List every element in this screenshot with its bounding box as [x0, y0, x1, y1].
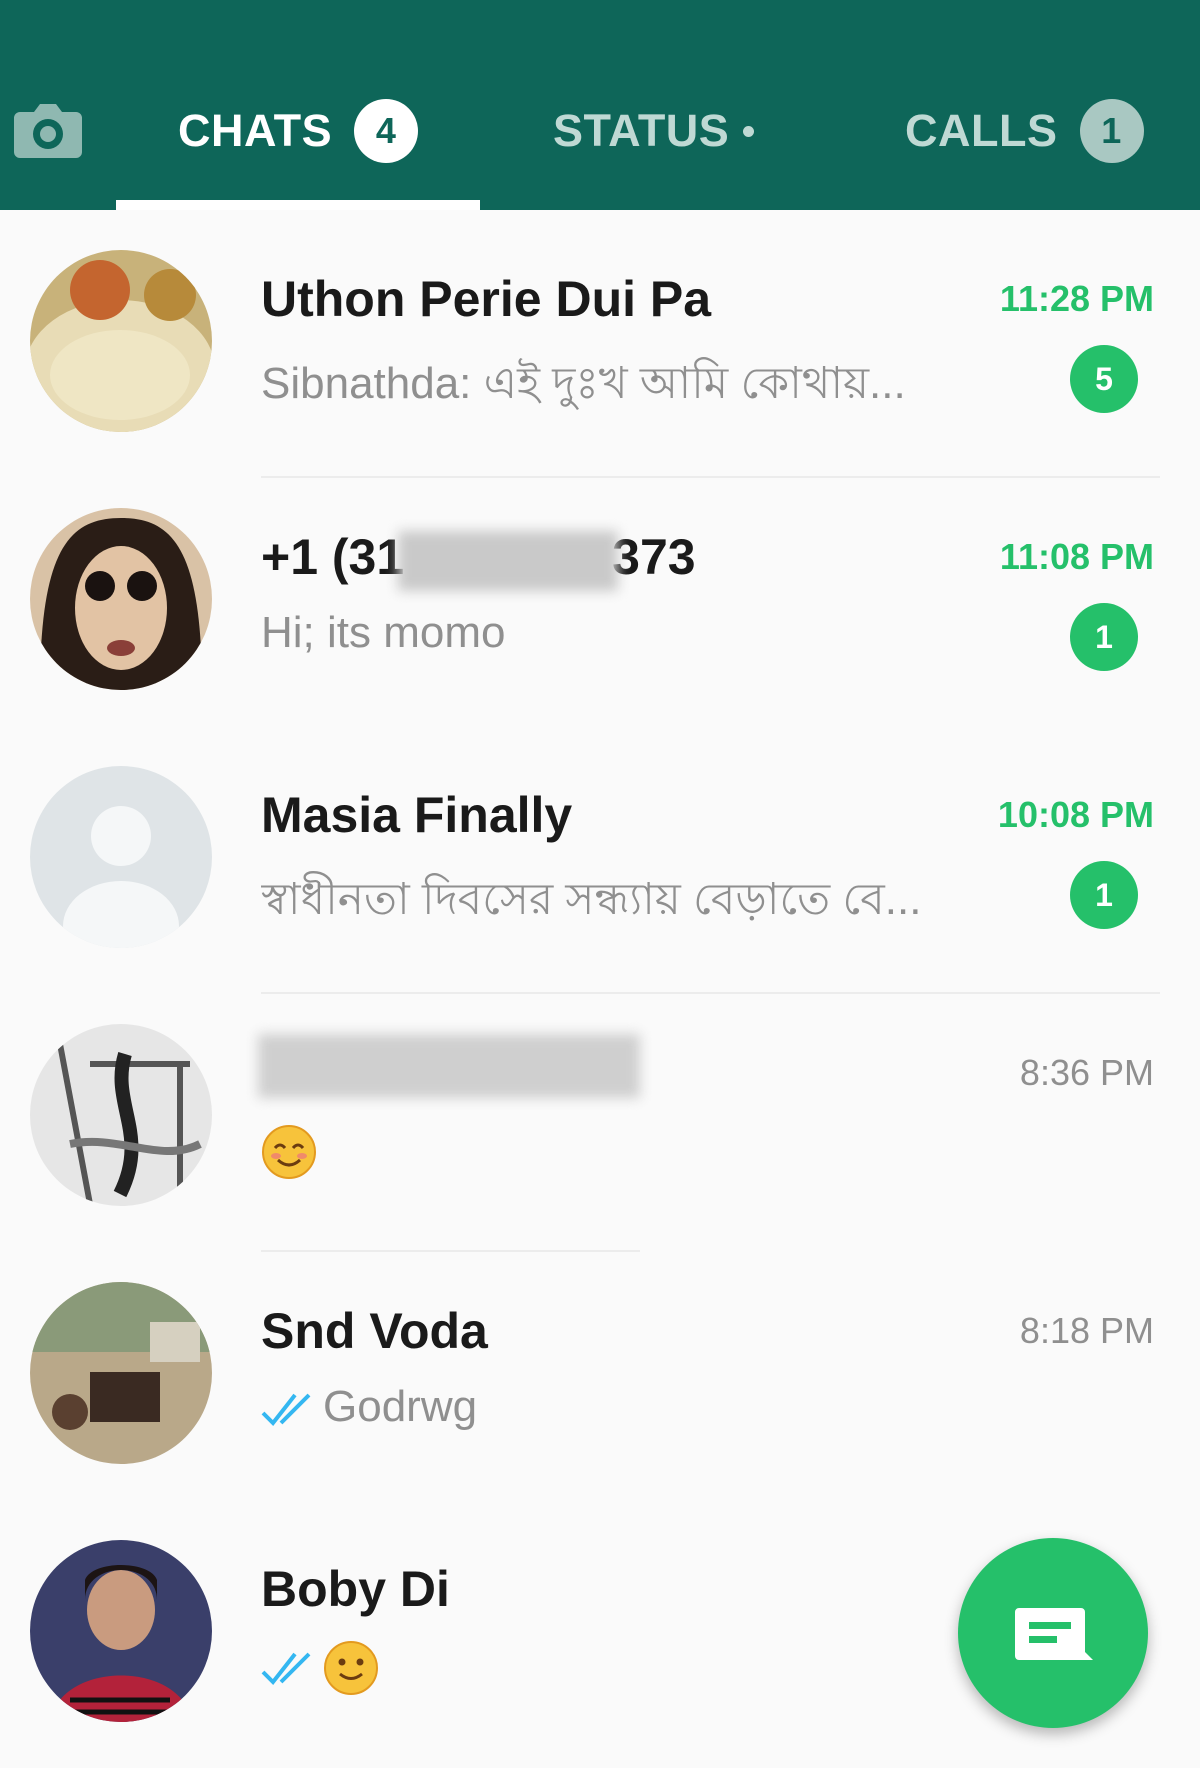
new-chat-fab[interactable] — [958, 1538, 1148, 1728]
chat-row[interactable]: Uthon Perie Dui Pa 11:28 PM Sibnathda: এ… — [0, 220, 1200, 478]
new-chat-icon — [1015, 1608, 1093, 1660]
slightly-smiling-emoji-icon — [324, 1641, 378, 1695]
tab-status[interactable]: STATUS — [553, 96, 755, 166]
chat-name: Snd Voda — [261, 1303, 488, 1359]
chat-name-suffix: 373 — [612, 529, 696, 585]
tab-chats-label: CHATS — [178, 105, 333, 156]
calls-missed-badge: 1 — [1079, 99, 1144, 163]
avatar[interactable] — [30, 1024, 212, 1206]
avatar[interactable] — [30, 508, 212, 690]
unread-count-badge: 1 — [1070, 861, 1138, 929]
chat-preview — [261, 1124, 1021, 1180]
default-avatar-icon[interactable] — [30, 766, 212, 948]
chat-preview — [261, 1640, 1021, 1696]
status-update-dot — [743, 125, 755, 137]
tab-status-label: STATUS — [553, 105, 730, 156]
avatar[interactable] — [30, 1540, 212, 1722]
double-check-icon — [261, 1652, 311, 1686]
avatar[interactable] — [30, 250, 212, 432]
avatar[interactable] — [30, 1282, 212, 1464]
chat-time: 11:08 PM — [999, 536, 1154, 577]
chat-time: 10:08 PM — [997, 794, 1154, 835]
chat-row[interactable]: 8:36 PM — [0, 994, 1200, 1252]
chat-preview: Godrwg — [261, 1382, 1021, 1432]
redacted-name-blur — [258, 1034, 640, 1098]
double-check-icon — [261, 1393, 311, 1427]
chat-time: 8:36 PM — [1019, 1052, 1154, 1093]
tab-calls-label: CALLS — [905, 105, 1058, 156]
tab-calls[interactable]: CALLS 1 — [905, 96, 1144, 166]
smiling-emoji-icon — [262, 1125, 316, 1179]
chat-preview: Hi; its momo — [261, 608, 506, 657]
chat-row[interactable]: +1 (31 373 11:08 PM Hi; its momo 1 — [0, 478, 1200, 736]
chat-name: Uthon Perie Dui Pa — [261, 271, 712, 327]
app-bar: CHATS 4 STATUS CALLS 1 — [0, 0, 1200, 210]
chat-row[interactable]: Snd Voda 8:18 PM Godrwg — [0, 1252, 1200, 1510]
unread-count-badge: 5 — [1070, 345, 1138, 413]
chat-preview: স্বাধীনতা দিবসের সন্ধ্যায় বেড়াতে বে... — [261, 875, 922, 924]
chat-name: Masia Finally — [261, 787, 573, 843]
camera-icon[interactable] — [12, 98, 84, 162]
chat-name-prefix: +1 (31 — [261, 529, 405, 585]
chat-time: 8:18 PM — [1019, 1310, 1154, 1351]
chat-row[interactable]: Masia Finally 10:08 PM স্বাধীনতা দিবসের … — [0, 736, 1200, 994]
unread-count-badge: 1 — [1070, 603, 1138, 671]
tab-indicator — [116, 200, 480, 210]
redacted-number-blur — [398, 530, 619, 591]
tab-chats[interactable]: CHATS 4 — [178, 96, 419, 166]
chat-preview: Sibnathda: এই দুঃখ আমি কোথায়... — [261, 359, 906, 408]
chat-time: 11:28 PM — [999, 278, 1154, 319]
chats-unread-badge: 4 — [354, 99, 419, 163]
chat-name: +1 (31 373 — [261, 528, 696, 591]
chat-name: Boby Di — [261, 1561, 450, 1617]
chat-preview-text: Godrwg — [323, 1382, 478, 1431]
